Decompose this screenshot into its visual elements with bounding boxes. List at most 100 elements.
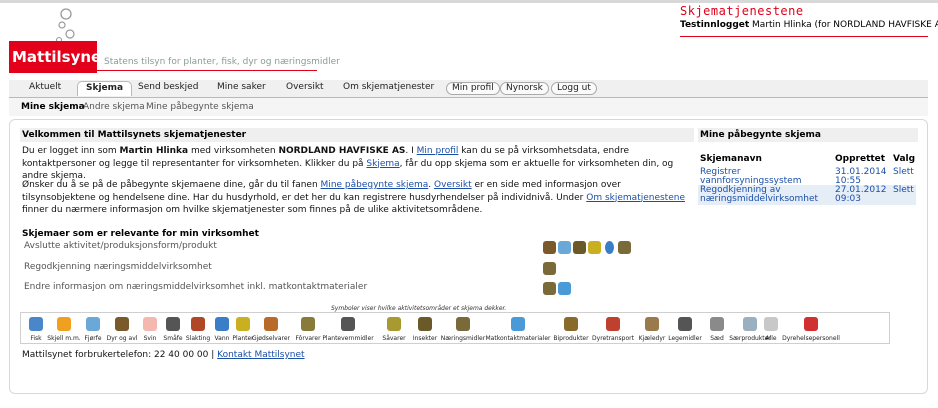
truck-icon [606,317,620,331]
oversikt-link[interactable]: Oversikt [434,180,472,190]
seed-icon [387,317,401,331]
min-profil-link[interactable]: Min profil [417,146,459,156]
legend-label: Svin [143,335,157,342]
min-profil-button[interactable]: Min profil [446,82,500,95]
meat-icon [191,317,205,331]
food-jar-icon [543,282,556,295]
sub-nav: Mine skjema Andre skjema Mine påbegynte … [9,98,928,116]
bee-icon [573,241,586,254]
legend-label: Alle [765,335,777,342]
all-icon [764,317,778,331]
plant-icon [236,317,250,331]
legend-label: Matkontaktmaterialer [485,335,551,342]
intro-paragraph: Du er logget inn som Martin Hlinka med v… [22,146,674,181]
info-paragraph: Ønsker du å se på de påbegynte skjemaene… [22,180,685,215]
shell-icon [57,317,71,331]
legend-label: Sæd [710,335,724,342]
app-title: Skjematjenestene [680,4,804,18]
brand-tagline: Statens tilsyn for planter, fisk, dyr og… [104,57,340,67]
user-org: (for NORDLAND HAVFISKE AS) [814,20,938,30]
col-skjemanavn: Skjemanavn [700,154,762,164]
legend-label: Fôrvarer [295,335,321,342]
food-contact-icon [511,317,525,331]
semen-icon [710,317,724,331]
sidebar-heading: Mine påbegynte skjema [698,128,918,142]
tab-aktuelt[interactable]: Aktuelt [29,82,61,92]
form-link[interactable]: Avslutte aktivitet/produksjonsform/produ… [24,241,217,251]
brand-logo[interactable]: Mattilsynet [9,41,108,73]
legend-label: Fisk [30,335,42,342]
top-strip [0,0,938,3]
pesticide-icon [341,317,355,331]
legend-label: Gjødselvarer [251,335,291,342]
nynorsk-button[interactable]: Nynorsk [500,82,549,95]
delete-link[interactable]: Slett [893,168,914,177]
plant-icon [588,241,601,254]
relevant-forms-heading: Skjemaer som er relevante for min virkso… [22,229,259,239]
legend-label: Dyr og avl [106,335,138,342]
legend-label: Fjørfe [84,335,102,342]
pet-icon [645,317,659,331]
cattle-icon [543,241,556,254]
tab-oversikt[interactable]: Oversikt [286,82,324,92]
fertilizer-icon [264,317,278,331]
poultry-icon [558,241,571,254]
legend-label: Planter [232,335,254,342]
tab-send-beskjed[interactable]: Send beskjed [138,82,198,92]
logo-rule [97,70,317,71]
cattle-icon [115,317,129,331]
special-product-icon [743,317,757,331]
skjema-link[interactable]: Skjema [366,159,399,169]
insect-icon [418,317,432,331]
delete-link[interactable]: Slett [893,186,914,195]
user-name: Martin Hlinka [752,20,812,30]
legend-label: Biprodukter [553,335,589,342]
col-valg: Valg [893,154,916,164]
legend-label: Slakting [185,335,211,342]
logo-bubbles-icon [55,8,75,44]
food-jar-icon [456,317,470,331]
legend-label: Dyrehelsepersonell [782,335,840,342]
food-jar-icon [618,241,631,254]
draft-time: 09:03 [835,194,861,204]
legend-label: Såvarer [382,335,406,342]
pig-icon [143,317,157,331]
form-link[interactable]: Regodkjenning næringsmiddelvirksomhet [24,262,212,272]
header-rule [680,36,928,37]
mine-pabegynte-link[interactable]: Mine påbegynte skjema [321,180,429,190]
legend-label: Dyretransport [592,335,634,342]
logg-ut-button[interactable]: Logg ut [551,82,597,95]
subtab-andre-skjema[interactable]: Andre skjema [83,102,145,112]
legend-label: Næringsmidler [440,335,486,342]
login-status: Testinnlogget Martin Hlinka (for NORDLAN… [680,20,938,30]
contact-link[interactable]: Kontakt Mattilsynet [217,350,304,360]
byproduct-icon [564,317,578,331]
subtab-mine-pabegynte[interactable]: Mine påbegynte skjema [146,102,254,112]
water-icon [605,241,614,254]
legend-label: Plantevernmidler [322,335,374,342]
water-icon [215,317,229,331]
login-prefix: Testinnlogget [680,20,750,30]
tab-skjema[interactable]: Skjema [77,81,133,96]
food-jar-icon [543,262,556,275]
main-nav: Aktuelt Skjema Send beskjed Mine saker O… [9,80,928,98]
form-link[interactable]: Endre informasjon om næringsmiddelvirkso… [24,282,367,292]
poultry-icon [86,317,100,331]
feed-icon [301,317,315,331]
welcome-heading: Velkommen til Mattilsynets skjematjenest… [20,128,694,142]
subtab-mine-skjema[interactable]: Mine skjema [21,102,85,112]
legend-label: Legemidler [668,335,702,342]
sheep-icon [166,317,180,331]
legend-label: Småfe [163,335,183,342]
tab-om-skjematjenester[interactable]: Om skjematjenester [343,82,434,92]
fish-icon [29,317,43,331]
draft-name[interactable]: næringsmiddelvirksomhet [700,195,818,204]
om-skjematjenestene-link[interactable]: Om skjematjenestene [586,193,685,203]
food-contact-icon [558,282,571,295]
legend-label: Vann [214,335,230,342]
tab-mine-saker[interactable]: Mine saker [217,82,266,92]
medicine-icon [678,317,692,331]
col-opprettet: Opprettet [835,154,886,164]
legend-note: Symboler viser hvilke aktivitetsområder … [331,305,507,312]
legend-label: Skjell m.m. [47,335,81,342]
